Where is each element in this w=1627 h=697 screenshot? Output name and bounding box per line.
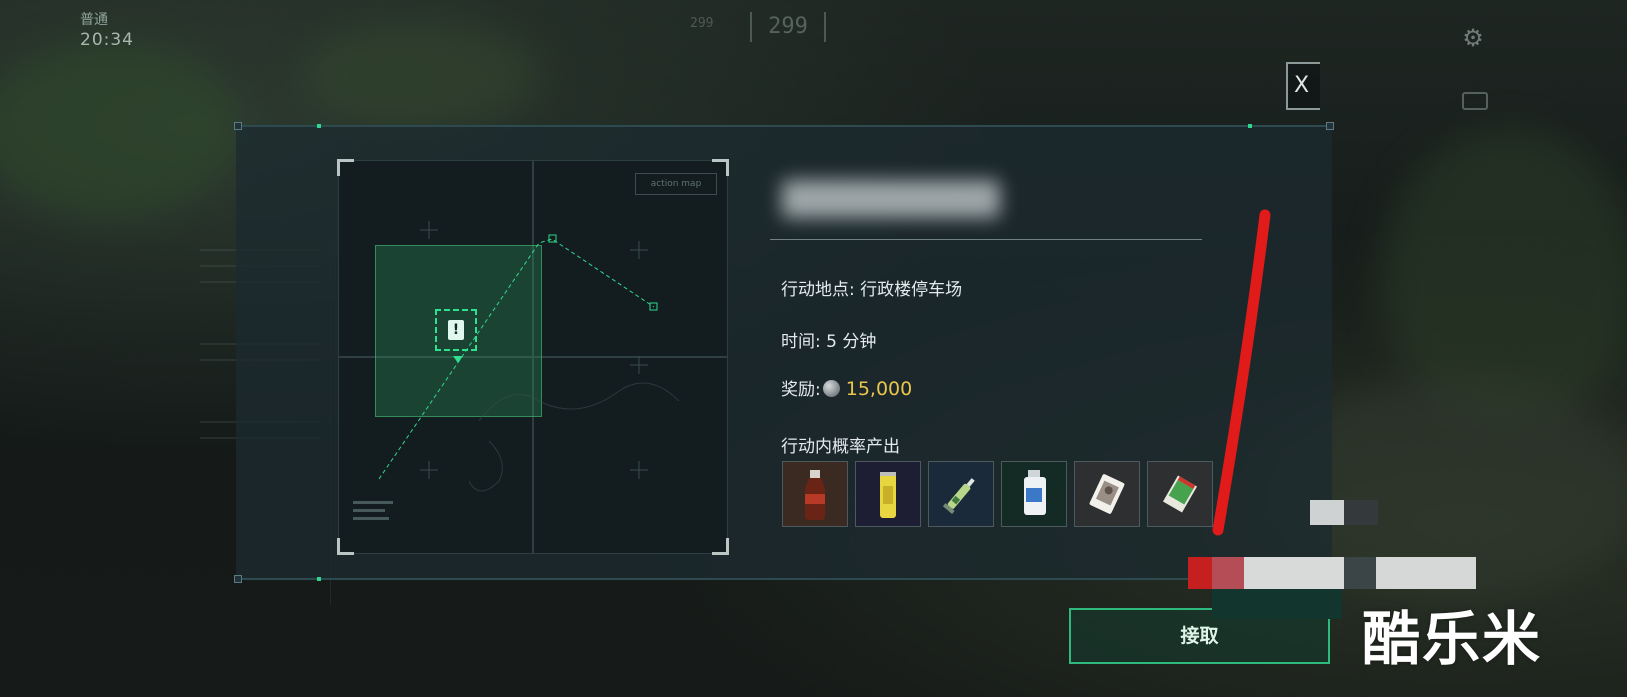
watermark-logo: 酷乐米 [1362,605,1543,673]
